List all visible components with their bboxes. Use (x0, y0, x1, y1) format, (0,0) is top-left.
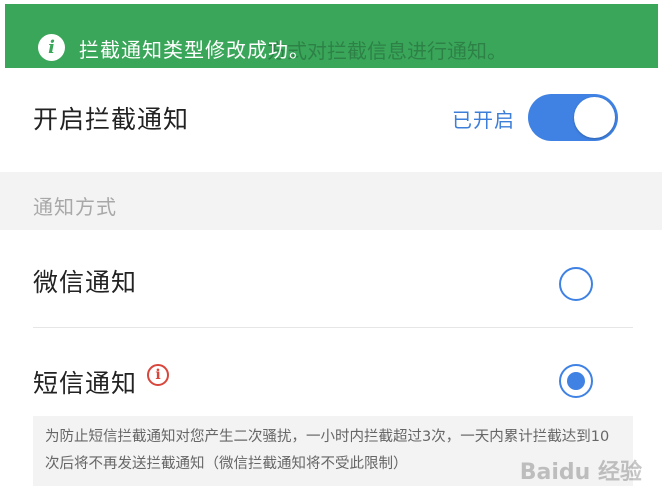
toggle-status-text: 已开启 (452, 108, 515, 132)
success-toast: 方式对拦截信息进行通知。 i 拦截通知类型修改成功。 (5, 4, 658, 68)
section-header: 通知方式 (0, 172, 662, 230)
intercept-notification-toggle[interactable] (528, 94, 618, 141)
radio-wechat[interactable] (559, 267, 593, 301)
option-wechat-notification[interactable]: 微信通知 (0, 230, 662, 328)
toast-message: 拦截通知类型修改成功。 (79, 38, 310, 62)
intercept-notification-row: 开启拦截通知 已开启 (0, 68, 662, 172)
toggle-knob (574, 97, 615, 138)
radio-selected-dot (567, 372, 585, 390)
option-label: 微信通知 (33, 268, 138, 297)
info-icon: i (38, 34, 65, 61)
option-sms-notification[interactable]: 短信通知 i (0, 328, 662, 416)
option-label: 短信通知 (33, 369, 138, 398)
radio-sms[interactable] (559, 364, 593, 398)
section-title: 通知方式 (33, 195, 117, 219)
info-circle-icon[interactable]: i (147, 364, 169, 386)
watermark: Baidu 经验 (519, 460, 642, 485)
intercept-notification-label: 开启拦截通知 (33, 105, 190, 134)
